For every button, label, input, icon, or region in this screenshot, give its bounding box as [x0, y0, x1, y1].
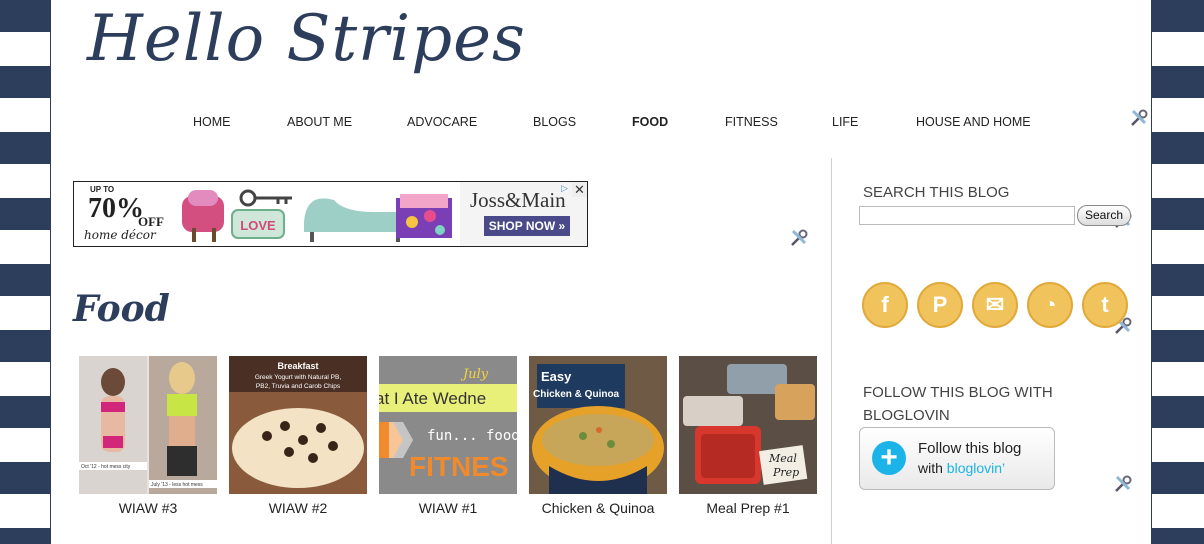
post-title[interactable]: Chicken & Quinoa [523, 500, 673, 516]
search-heading: SEARCH THIS BLOG [863, 184, 1010, 201]
pinterest-glyph: P [932, 292, 948, 317]
image-caption: Prep [772, 466, 799, 479]
facebook-glyph: f [881, 292, 889, 317]
ad-product-images: LOVE [182, 189, 452, 242]
post-thumbnail[interactable]: Oct '12 - hot mess city July '13 - less … [79, 356, 217, 494]
post-thumbnail[interactable]: July at I Ate Wedne fun... food FITNES [379, 356, 517, 494]
post-title[interactable]: WIAW #3 [73, 500, 223, 516]
ad-brand: Joss&Main [470, 188, 566, 212]
image-caption: at I Ate Wedne [379, 389, 486, 408]
image-caption: FITNES [409, 451, 509, 482]
nav-life[interactable]: LIFE [832, 115, 858, 129]
rss-glyph: ◔ [1043, 292, 1057, 317]
ad-percent: 70% [88, 193, 144, 224]
rss-icon[interactable]: ◔ [1027, 282, 1073, 328]
nav-blogs[interactable]: BLOGS [533, 115, 576, 129]
image-caption: Greek Yogurt with Natural PB, [255, 374, 342, 381]
search-input[interactable] [859, 206, 1075, 225]
email-glyph: ✉ [985, 292, 1005, 317]
follow-heading-2: BLOGLOVIN [863, 407, 950, 424]
post-image: July at I Ate Wedne fun... food FITNES [379, 356, 517, 494]
follow-text: Follow this blog [918, 440, 1022, 457]
image-caption: PB2, Truvia and Carob Chips [256, 383, 341, 390]
post-thumbnail[interactable]: Meal Prep [679, 356, 817, 494]
post-title[interactable]: WIAW #1 [373, 500, 523, 516]
twitter-glyph: t [1101, 292, 1109, 317]
page-container: Hello Stripes HOME ABOUT ME ADVOCARE BLO… [50, 0, 1152, 544]
plus-icon: + [872, 441, 906, 475]
edit-tool-icon[interactable] [1113, 474, 1133, 494]
nav-about-me[interactable]: ABOUT ME [287, 115, 352, 129]
post-image: Easy Chicken & Quinoa [529, 356, 667, 494]
nav-fitness[interactable]: FITNESS [725, 115, 778, 129]
image-caption: July [460, 367, 489, 382]
page-title: Food [73, 288, 170, 330]
post-thumbnail[interactable]: Breakfast Greek Yogurt with Natural PB, … [229, 356, 367, 494]
image-caption: Oct '12 - hot mess city [81, 464, 131, 470]
edit-tool-icon[interactable] [1129, 108, 1149, 128]
bloglovin-brand: bloglovin’ [946, 460, 1006, 476]
nav-house-and-home[interactable]: HOUSE AND HOME [916, 115, 1031, 129]
ad-banner[interactable]: UP TO 70% OFF home décor LOVE Joss&Main [73, 181, 588, 247]
ad-shop-now-button[interactable]: SHOP NOW » [484, 216, 570, 236]
ad-category: home décor [84, 228, 156, 242]
post-title[interactable]: Meal Prep #1 [673, 500, 823, 516]
nav-food[interactable]: FOOD [632, 115, 668, 129]
image-caption: Easy [541, 369, 572, 384]
ad-offer: UP TO 70% OFF home décor [74, 182, 174, 246]
post-title[interactable]: WIAW #2 [223, 500, 373, 516]
site-logo[interactable]: Hello Stripes [87, 2, 526, 76]
ad-info-icon[interactable]: ▷ [558, 182, 571, 195]
main-nav: HOME ABOUT ME ADVOCARE BLOGS FOOD FITNES… [51, 115, 1151, 131]
ad-close-icon[interactable]: ✕ [572, 182, 587, 197]
image-caption: Meal [768, 452, 797, 465]
post-image: Breakfast Greek Yogurt with Natural PB, … [229, 356, 367, 494]
search-button[interactable]: Search [1077, 205, 1131, 226]
post-image: Oct '12 - hot mess city July '13 - less … [79, 356, 217, 494]
bloglovin-follow-button[interactable]: + Follow this blog with bloglovin’ [859, 427, 1055, 490]
post-image: Meal Prep [679, 356, 817, 494]
image-caption: July '13 - less hot mess [151, 482, 203, 488]
column-divider [831, 158, 832, 544]
svg-text:LOVE: LOVE [240, 218, 276, 233]
follow-text-2: with bloglovin’ [918, 460, 1005, 476]
twitter-icon[interactable]: t [1082, 282, 1128, 328]
pinterest-icon[interactable]: P [917, 282, 963, 328]
follow-with: with [918, 460, 943, 476]
follow-heading: FOLLOW THIS BLOG WITH [863, 384, 1053, 401]
image-caption: Chicken & Quinoa [533, 389, 620, 400]
facebook-icon[interactable]: f [862, 282, 908, 328]
post-thumbnail[interactable]: Easy Chicken & Quinoa [529, 356, 667, 494]
email-icon[interactable]: ✉ [972, 282, 1018, 328]
edit-tool-icon[interactable] [789, 228, 809, 248]
image-caption: fun... food [427, 428, 517, 444]
nav-advocare[interactable]: ADVOCARE [407, 115, 477, 129]
image-caption: Breakfast [277, 361, 318, 371]
nav-home[interactable]: HOME [193, 115, 231, 129]
